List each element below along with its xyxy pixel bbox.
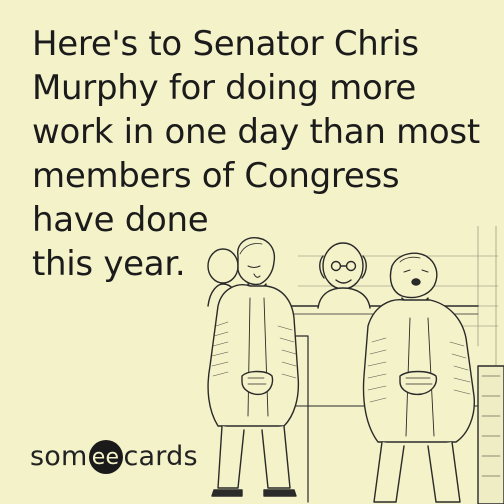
someecards-logo: som ee cards xyxy=(30,436,198,476)
logo-text-prefix: som xyxy=(30,440,88,472)
caption-line: work in one day than most xyxy=(32,112,480,152)
ecard: Here's to Senator Chris Murphy for doing… xyxy=(0,0,504,504)
caption-line: Here's to Senator Chris xyxy=(32,24,419,64)
caption-line: members of Congress xyxy=(32,156,400,196)
caption-line: Murphy for doing more xyxy=(32,68,417,108)
sleeping-men-illustration xyxy=(207,226,504,504)
logo-text-suffix: cards xyxy=(123,440,198,472)
logo-ee-badge: ee xyxy=(88,440,123,474)
